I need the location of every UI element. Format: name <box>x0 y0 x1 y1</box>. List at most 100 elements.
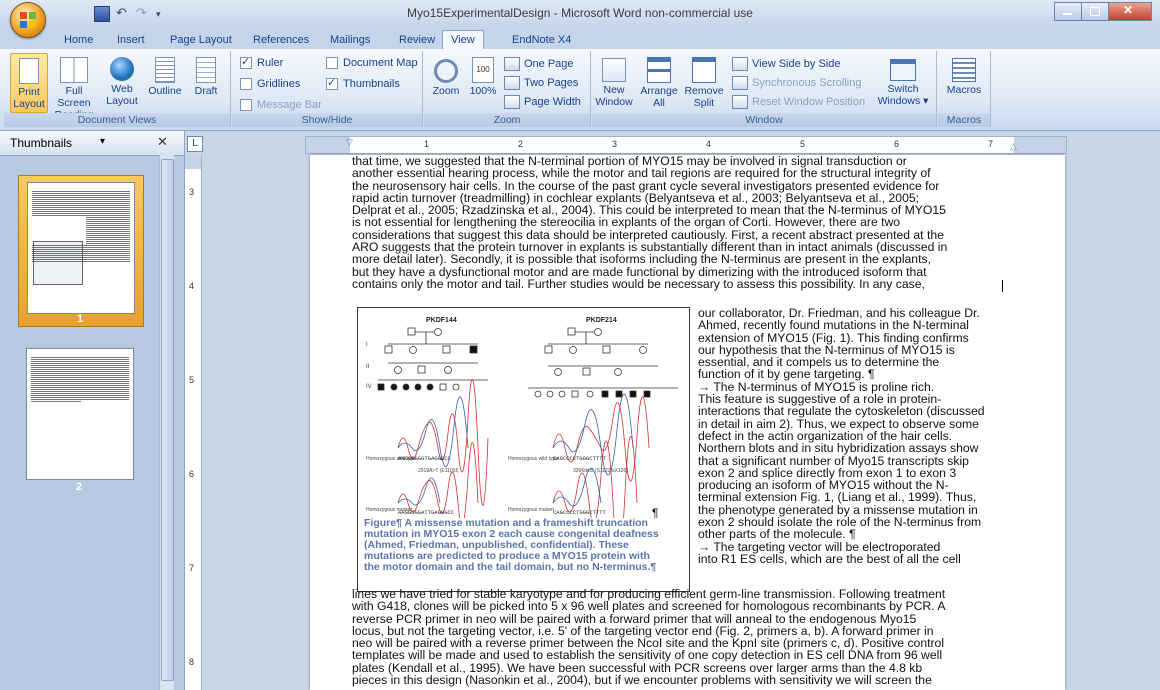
full-screen-reading-button[interactable]: Full Screen Reading <box>50 53 98 121</box>
ruler-check-icon <box>240 55 252 69</box>
thumbnails-scrollbar-thumb[interactable] <box>161 159 174 681</box>
ruler-number: 4 <box>706 139 712 149</box>
pane-close-icon[interactable]: ✕ <box>157 134 168 150</box>
macros-button[interactable]: Macros <box>944 53 984 96</box>
top-paragraph: that time, we suggested that the N-termi… <box>352 155 947 290</box>
group-label-zoom: Zoom <box>424 113 590 127</box>
switch-windows-icon <box>890 59 916 81</box>
remove-split-icon <box>692 57 716 83</box>
side-by-side-icon <box>732 57 748 71</box>
outline-button[interactable]: Outline <box>146 53 184 97</box>
group-show-hide: Ruler Gridlines Message Bar Document Map… <box>232 51 423 127</box>
switch-windows-button[interactable]: Switch Windows ▾ <box>876 53 930 107</box>
one-page-icon <box>504 57 520 71</box>
group-label-macros: Macros <box>938 113 990 127</box>
mutation-left-label: 2018A>T (E1105I) <box>418 468 459 474</box>
ruler-number: 2 <box>518 139 524 149</box>
draft-button[interactable]: Draft <box>188 53 224 97</box>
two-pages-icon <box>504 76 520 90</box>
web-layout-icon <box>110 57 134 81</box>
ruler-number: 8 <box>189 657 195 667</box>
text-cursor <box>1002 280 1003 292</box>
horizontal-ruler[interactable]: 1 2 3 4 5 6 7 ▽ △ <box>305 136 1067 154</box>
group-macros: Macros Macros <box>938 51 991 127</box>
ruler-number: 3 <box>612 139 618 149</box>
tab-references[interactable]: References <box>245 31 317 49</box>
chromatogram-wt-left <box>397 379 489 506</box>
document-map-checkbox[interactable]: Document Map <box>326 57 418 69</box>
view-side-by-side-button[interactable]: View Side by Side <box>732 57 840 71</box>
tab-endnote[interactable]: EndNote X4 <box>504 31 579 49</box>
thumbnails-pane: Thumbnails ▾ ✕ 1 2 <box>0 131 185 690</box>
figure-1[interactable]: PKDF144 PKDF214 I II IV Homozygous wild … <box>357 307 690 592</box>
ruler-number: 6 <box>894 139 900 149</box>
reset-window-position-button[interactable]: Reset Window Position <box>732 95 865 109</box>
ruler-number: 5 <box>189 375 195 385</box>
title-bar: ↶ ↷ ▾ Myo15ExperimentalDesign - Microsof… <box>0 0 1160 28</box>
minimize-button[interactable] <box>1054 2 1082 21</box>
message-bar-checkbox[interactable]: Message Bar <box>240 99 322 111</box>
thumbnail-page-1[interactable]: 1 <box>18 175 144 327</box>
ruler-number: 1 <box>424 139 430 149</box>
bottom-paragraph: lines we have tried for stable karyotype… <box>352 588 945 688</box>
arrange-all-button[interactable]: Arrange All <box>640 53 678 109</box>
text-line: another essential hearing process, while… <box>352 166 931 181</box>
new-window-button[interactable]: New Window <box>594 53 634 108</box>
thumbnail-page-1-preview <box>27 182 135 314</box>
ribbon-tabs: Home Insert Page Layout References Maili… <box>0 28 1160 49</box>
wt-label-right: Homozygous wild type <box>508 456 558 462</box>
ruler-number: 5 <box>800 139 806 149</box>
pane-dropdown-icon[interactable]: ▾ <box>100 136 105 147</box>
tab-selector-button[interactable]: L <box>187 136 203 152</box>
gridlines-checkbox[interactable]: Gridlines <box>240 78 300 90</box>
print-layout-button[interactable]: Print Layout <box>10 53 48 113</box>
indent-marker-icon[interactable]: ▽ <box>346 137 353 148</box>
pedigree-right <box>528 327 678 398</box>
two-pages-button[interactable]: Two Pages <box>504 76 578 90</box>
group-document-views: Print Layout Full Screen Reading Web Lay… <box>4 51 231 127</box>
svg-text:II: II <box>366 364 370 370</box>
text-line: more detail later). Secondly, it is poss… <box>352 252 931 267</box>
group-label-document-views: Document Views <box>4 113 230 127</box>
close-button[interactable]: ✕ <box>1108 2 1152 21</box>
tab-home[interactable]: Home <box>56 31 101 49</box>
magnifier-icon <box>434 59 458 83</box>
tab-mailings[interactable]: Mailings <box>322 31 378 49</box>
tab-page-layout[interactable]: Page Layout <box>162 31 240 49</box>
synchronous-scrolling-button[interactable]: Synchronous Scrolling <box>732 76 861 90</box>
arrange-all-icon <box>647 57 671 83</box>
ruler-number: 7 <box>988 139 994 149</box>
tab-view[interactable]: View <box>442 30 484 49</box>
outline-icon <box>155 57 175 83</box>
thumbnails-checkbox[interactable]: Thumbnails <box>326 76 400 90</box>
thumbnail-page-2[interactable]: 2 <box>18 346 142 496</box>
right-indent-marker-icon[interactable]: △ <box>1010 141 1017 152</box>
group-zoom: Zoom 100 100% One Page Two Pages Page Wi… <box>424 51 591 127</box>
gridlines-check-icon <box>240 78 252 90</box>
one-page-button[interactable]: One Page <box>504 57 574 71</box>
vertical-ruler[interactable]: 3 4 5 6 7 8 <box>185 155 202 690</box>
maximize-button[interactable] <box>1081 2 1109 21</box>
page-width-icon <box>504 95 520 109</box>
tab-insert[interactable]: Insert <box>109 31 153 49</box>
zoom-button[interactable]: Zoom <box>428 53 464 97</box>
web-layout-button[interactable]: Web Layout <box>102 53 142 107</box>
ruler-number: 4 <box>189 281 195 291</box>
zoom-100-button[interactable]: 100 100% <box>466 53 500 97</box>
thumbnails-scrollbar[interactable] <box>159 155 174 690</box>
sequence-right: CAGCCCCTGGGCTTTT <box>553 455 607 462</box>
svg-text:I: I <box>366 342 368 348</box>
full-screen-reading-icon <box>60 57 88 83</box>
sync-scroll-icon <box>732 76 748 90</box>
chromatogram-wt-right-blue <box>552 393 634 476</box>
page-width-button[interactable]: Page Width <box>504 95 581 109</box>
office-button[interactable] <box>10 2 46 38</box>
thumbnails-pane-header: Thumbnails ▾ ✕ <box>0 131 184 156</box>
ruler-checkbox[interactable]: Ruler <box>240 55 283 69</box>
text-line: pieces in this design (Nasonkin et al., … <box>352 673 932 688</box>
document-page[interactable]: that time, we suggested that the N-termi… <box>310 155 1065 690</box>
remove-split-button[interactable]: Remove Split <box>684 53 724 109</box>
print-layout-icon <box>19 58 39 84</box>
tab-review[interactable]: Review <box>391 31 443 49</box>
pedigree-right-label: PKDF214 <box>586 317 617 324</box>
